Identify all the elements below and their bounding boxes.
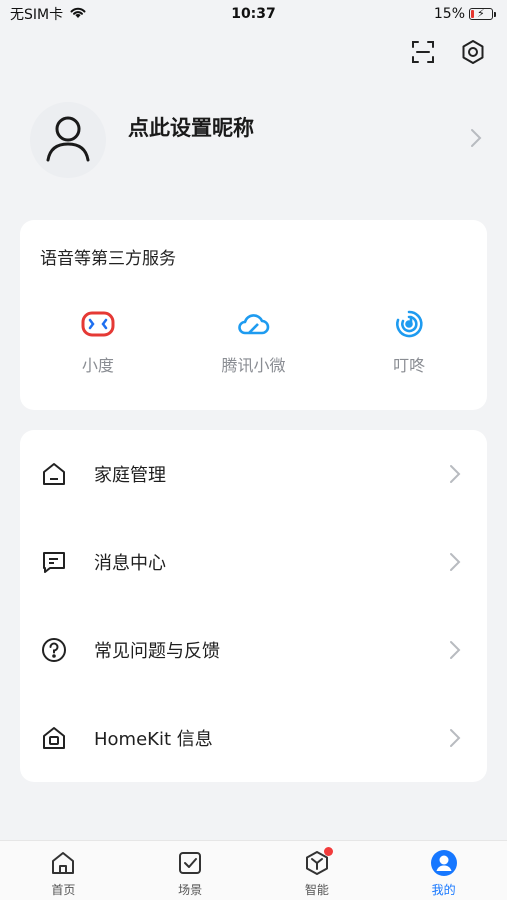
- menu-item-home-management[interactable]: 家庭管理: [20, 430, 487, 518]
- notification-badge: [323, 847, 333, 856]
- chevron-right-icon: [449, 640, 461, 664]
- battery-icon: ⚡: [469, 7, 496, 20]
- message-icon: [40, 548, 68, 576]
- menu-item-faq-feedback[interactable]: 常见问题与反馈: [20, 606, 487, 694]
- home-tab-icon: [49, 849, 77, 877]
- menu-item-label: 常见问题与反馈: [94, 641, 220, 662]
- settings-hex-icon[interactable]: [459, 38, 487, 66]
- dingdong-icon: [391, 306, 427, 342]
- menu-item-homekit-info[interactable]: HomeKit 信息: [20, 694, 487, 782]
- scan-icon[interactable]: [409, 38, 437, 66]
- tab-label: 场景: [178, 883, 203, 897]
- menu-item-label: 家庭管理: [94, 465, 166, 486]
- status-bar: 无SIM卡 10:37 15% ⚡: [0, 0, 507, 28]
- profile-header[interactable]: 点此设置昵称: [30, 100, 482, 180]
- home-icon: [40, 460, 68, 488]
- top-actions: [409, 38, 487, 66]
- menu-item-label: 消息中心: [94, 553, 166, 574]
- tab-home[interactable]: 首页: [0, 841, 127, 900]
- tab-label: 首页: [51, 883, 76, 897]
- third-party-services-card: 语音等第三方服务 小度 腾讯小微 叮咚: [20, 220, 487, 410]
- scene-check-icon: [176, 849, 204, 877]
- menu-item-label: HomeKit 信息: [94, 729, 213, 750]
- chevron-right-icon: [470, 128, 482, 152]
- services-row: 小度 腾讯小微 叮咚: [20, 306, 487, 376]
- carrier-label: 无SIM卡: [10, 7, 64, 23]
- services-title: 语音等第三方服务: [40, 249, 176, 269]
- bottom-tab-bar: 首页 场景 智能 我的: [0, 840, 507, 900]
- service-label: 叮咚: [393, 356, 426, 375]
- battery-level: [471, 10, 474, 18]
- charging-bolt-icon: ⚡: [477, 7, 485, 20]
- homekit-icon: [40, 724, 68, 752]
- service-label: 腾讯小微: [221, 356, 286, 375]
- settings-menu-card: 家庭管理 消息中心 常见问题与反馈 HomeKit 信息: [20, 430, 487, 782]
- smart-cube-icon: [303, 847, 333, 877]
- menu-item-message-center[interactable]: 消息中心: [20, 518, 487, 606]
- service-xiaodu[interactable]: 小度: [28, 306, 168, 376]
- chevron-right-icon: [449, 464, 461, 488]
- tab-label: 我的: [431, 883, 456, 897]
- xiaodu-icon: [80, 306, 116, 342]
- tab-smart[interactable]: 智能: [254, 841, 381, 900]
- service-label: 小度: [81, 356, 114, 375]
- cloud-icon: [235, 306, 271, 342]
- status-right: 15% ⚡: [433, 6, 496, 22]
- tab-mine[interactable]: 我的: [380, 841, 507, 900]
- nickname-label[interactable]: 点此设置昵称: [128, 112, 254, 142]
- service-tencent-xiaowei[interactable]: 腾讯小微: [183, 306, 323, 376]
- user-outline-icon: [42, 112, 94, 168]
- service-dingdong[interactable]: 叮咚: [339, 306, 479, 376]
- wifi-icon: [69, 5, 87, 23]
- profile-tab-icon: [430, 849, 458, 877]
- avatar[interactable]: [30, 102, 106, 178]
- tab-scenes[interactable]: 场景: [127, 841, 254, 900]
- question-icon: [40, 636, 68, 664]
- battery-percent: 15%: [433, 6, 465, 22]
- chevron-right-icon: [449, 552, 461, 576]
- tab-label: 智能: [304, 883, 329, 897]
- chevron-right-icon: [449, 728, 461, 752]
- status-left: 无SIM卡: [10, 4, 87, 24]
